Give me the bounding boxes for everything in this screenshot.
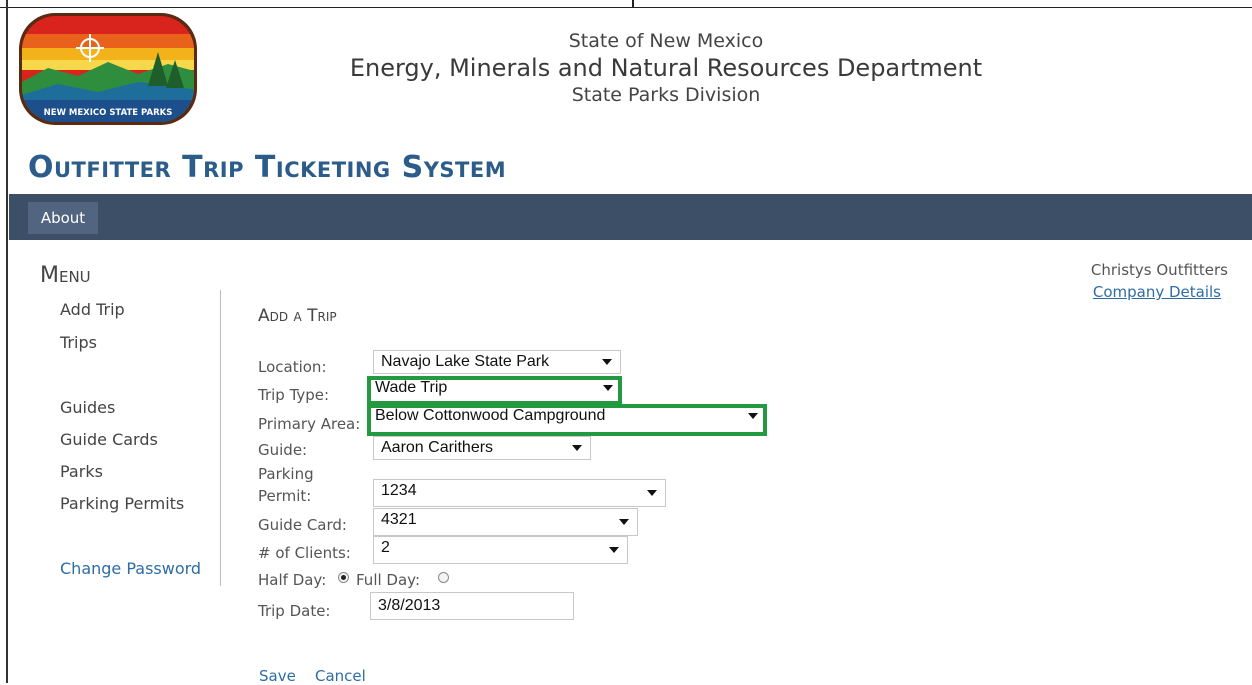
half-day-label: Half Day: (258, 571, 327, 589)
window-left-edge (6, 0, 8, 683)
guide-select[interactable]: Aaron Carithers (373, 436, 591, 460)
clients-label: # of Clients: (258, 544, 351, 562)
company-name: Christys Outfitters (1090, 261, 1228, 279)
sidebar-item-parking-permits[interactable]: Parking Permits (60, 494, 184, 513)
chevron-down-icon (602, 359, 612, 365)
menu-heading: Menu (40, 263, 91, 288)
chevron-down-icon (647, 490, 657, 496)
nav-about-tab[interactable]: About (28, 202, 98, 234)
parking-label-line1: Parking (258, 465, 314, 483)
sidebar-item-change-password[interactable]: Change Password (60, 559, 201, 578)
location-select-value: Navajo Lake State Park (381, 353, 550, 370)
sidebar-item-guide-cards[interactable]: Guide Cards (60, 430, 158, 449)
window-top-edge (0, 0, 1252, 8)
sidebar-item-trips[interactable]: Trips (60, 333, 97, 352)
sidebar-item-guides[interactable]: Guides (60, 398, 115, 417)
half-day-radio[interactable] (338, 572, 349, 583)
full-day-radio[interactable] (438, 572, 449, 583)
clients-select-value: 2 (381, 539, 390, 556)
location-select[interactable]: Navajo Lake State Park (373, 350, 621, 374)
sidebar-item-parks[interactable]: Parks (60, 462, 103, 481)
guide-card-select-value: 4321 (381, 511, 417, 528)
form-title: Add a Trip (258, 306, 337, 326)
location-label: Location: (258, 358, 327, 376)
chevron-down-icon (609, 547, 619, 553)
company-details-link[interactable]: Company Details (1093, 283, 1221, 301)
full-day-label: Full Day: (356, 571, 420, 589)
trip-date-input[interactable]: 3/8/2013 (370, 592, 574, 620)
header-department-line: Energy, Minerals and Natural Resources D… (349, 54, 983, 82)
chevron-down-icon (603, 385, 613, 391)
parking-permit-select[interactable]: 1234 (373, 479, 666, 507)
parking-permit-select-value: 1234 (381, 482, 417, 499)
trip-type-select-value: Wade Trip (375, 379, 448, 396)
save-link[interactable]: Save (259, 667, 296, 685)
guide-card-label: Guide Card: (258, 516, 347, 534)
header-state-line: State of New Mexico (568, 30, 764, 52)
primary-area-label: Primary Area: (258, 415, 361, 433)
primary-area-select-value: Below Cottonwood Campground (375, 407, 606, 424)
header-division-line: State Parks Division (571, 84, 761, 106)
svg-text:NEW MEXICO STATE PARKS: NEW MEXICO STATE PARKS (44, 108, 173, 118)
trip-type-select[interactable]: Wade Trip (367, 376, 622, 405)
guide-label: Guide: (258, 441, 308, 459)
window-top-notch (632, 0, 634, 7)
sidebar-item-add-trip[interactable]: Add Trip (60, 300, 125, 319)
chevron-down-icon (748, 413, 758, 419)
guide-select-value: Aaron Carithers (381, 439, 494, 456)
trip-type-label: Trip Type: (258, 386, 330, 404)
clients-select[interactable]: 2 (373, 536, 628, 564)
trip-date-label: Trip Date: (258, 602, 331, 620)
top-navbar (9, 194, 1252, 240)
app-title: Outfitter Trip Ticketing System (28, 150, 507, 185)
primary-area-select[interactable]: Below Cottonwood Campground (367, 404, 767, 436)
guide-card-select[interactable]: 4321 (373, 508, 638, 536)
chevron-down-icon (572, 445, 582, 451)
chevron-down-icon (619, 519, 629, 525)
cancel-link[interactable]: Cancel (315, 667, 366, 685)
sidebar-divider (220, 290, 221, 586)
parking-label-line2: Permit: (258, 487, 312, 505)
nm-state-parks-logo: NEW MEXICO STATE PARKS (19, 13, 197, 125)
